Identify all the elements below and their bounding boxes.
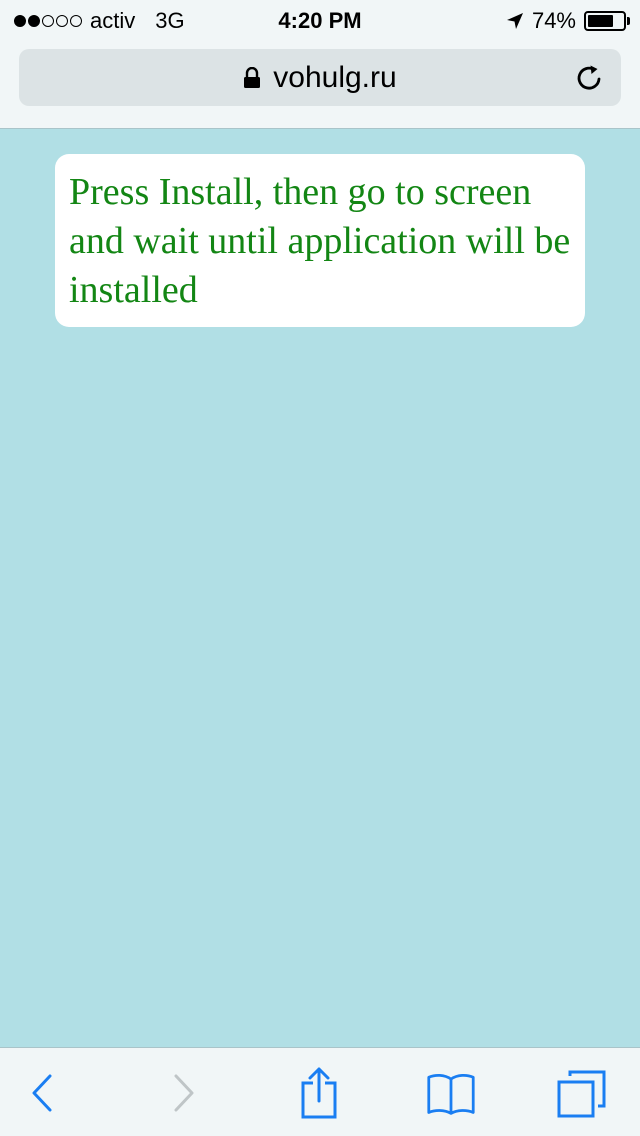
reload-icon[interactable] (575, 63, 605, 93)
url-text[interactable]: vohulg.ru (273, 61, 396, 95)
lock-icon (244, 66, 261, 88)
back-button[interactable] (18, 1068, 68, 1118)
location-arrow-icon (506, 13, 523, 29)
share-icon (301, 1067, 337, 1119)
forward-button[interactable] (158, 1068, 208, 1118)
browser-toolbar (0, 1047, 640, 1136)
status-right: 74% (506, 8, 630, 34)
install-instructions: Press Install, then go to screen and wai… (69, 171, 571, 311)
forward-icon (174, 1074, 194, 1112)
web-content: Press Install, then go to screen and wai… (0, 129, 640, 1047)
bookmarks-icon (427, 1074, 475, 1115)
status-bar: activ 3G 4:20 PM 74% (0, 0, 640, 40)
battery-icon (584, 11, 630, 31)
address-bar[interactable]: vohulg.ru (19, 49, 621, 106)
bookmarks-button[interactable] (426, 1068, 476, 1118)
message-box: Press Install, then go to screen and wai… (55, 154, 585, 327)
browser-header: vohulg.ru (0, 40, 640, 129)
battery-percent: 74% (531, 8, 576, 33)
battery-fill (588, 15, 614, 27)
tabs-button[interactable] (556, 1068, 606, 1118)
tabs-icon (557, 1070, 606, 1118)
back-icon (32, 1074, 52, 1112)
share-button[interactable] (294, 1067, 344, 1119)
